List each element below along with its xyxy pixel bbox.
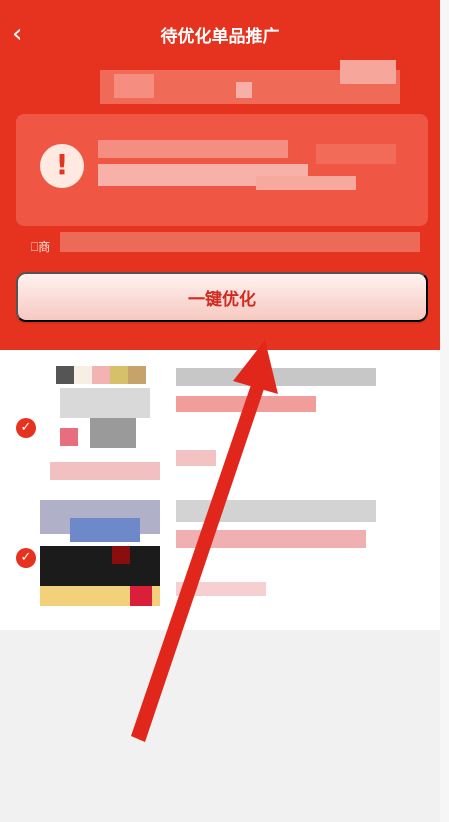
product-thumbnail	[40, 366, 160, 484]
warning-icon	[40, 144, 84, 188]
shop-label-text: 商	[38, 240, 51, 254]
product-thumbnail	[40, 494, 160, 612]
summary-card	[16, 114, 428, 226]
checkbox-checked-icon[interactable]: ✓	[16, 418, 36, 438]
page-title: 待优化单品推广	[160, 27, 280, 47]
list-item[interactable]: ✓	[0, 490, 440, 630]
promotion-header: ‹ 待优化单品推广 ⎕商 一键优化	[0, 0, 440, 350]
optimize-all-button[interactable]: 一键优化	[16, 272, 428, 322]
scrollbar-track[interactable]	[440, 0, 449, 822]
shop-label: ⎕商	[31, 238, 50, 255]
product-list: ✓ ✓	[0, 350, 440, 630]
list-item[interactable]: ✓	[0, 360, 440, 500]
checkbox-checked-icon[interactable]: ✓	[16, 548, 36, 568]
